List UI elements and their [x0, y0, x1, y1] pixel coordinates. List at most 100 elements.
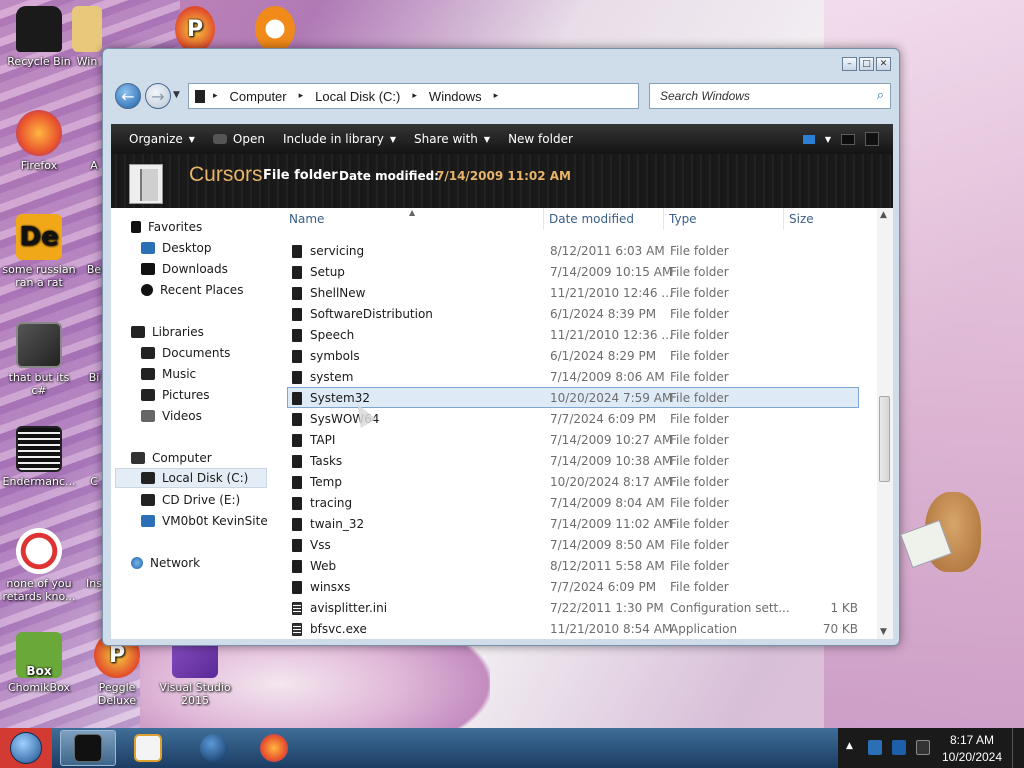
- nav-local-disk-c[interactable]: Local Disk (C:): [115, 468, 267, 488]
- chevron-right-icon[interactable]: ▸: [299, 91, 304, 101]
- include-in-library-button[interactable]: Include in library ▼: [283, 132, 396, 146]
- taskbar-app-explorer[interactable]: [60, 730, 116, 766]
- file-row[interactable]: twain_32 7/14/2009 11:02 AM File folder: [287, 513, 859, 534]
- chevron-right-icon[interactable]: ▸: [494, 91, 499, 101]
- taskbar-app-media-player[interactable]: [120, 730, 176, 766]
- maximize-icon[interactable]: □: [859, 57, 874, 71]
- share-with-button[interactable]: Share with ▼: [414, 132, 490, 146]
- tray-volume-icon[interactable]: [916, 740, 930, 755]
- nav-libraries[interactable]: Libraries: [131, 322, 204, 342]
- desktop-icon-ins[interactable]: Ins: [84, 528, 104, 590]
- taskbar-app-firefox[interactable]: [246, 730, 302, 766]
- file-row[interactable]: bfsvc.exe 11/21/2010 8:54 AM Application 70…: [287, 618, 859, 639]
- organize-button[interactable]: Organize ▼: [129, 132, 195, 146]
- file-row[interactable]: ShellNew 11/21/2010 12:46 ... File folder: [287, 282, 859, 303]
- preview-pane-icon[interactable]: [841, 133, 855, 145]
- hamster-desktop-pet[interactable]: [900, 482, 995, 587]
- nav-videos[interactable]: Videos: [141, 406, 202, 426]
- file-row[interactable]: Speech 11/21/2010 12:36 ... File folder: [287, 324, 859, 345]
- help-icon[interactable]: [865, 132, 879, 146]
- nav-favorites[interactable]: Favorites: [131, 217, 202, 237]
- desktop-icon-that-but-csharp[interactable]: that but its c#: [0, 322, 78, 397]
- address-bar[interactable]: ▸ Computer ▸ Local Disk (C:) ▸ Windows ▸…: [188, 83, 710, 109]
- file-row[interactable]: Vss 7/14/2009 8:50 AM File folder: [287, 534, 859, 555]
- search-icon[interactable]: ⌕: [877, 88, 884, 103]
- taskbar-app-globe[interactable]: [186, 730, 242, 766]
- file-row[interactable]: Temp 10/20/2024 8:17 AM File folder: [287, 471, 859, 492]
- chevron-down-icon[interactable]: ▼: [825, 135, 831, 144]
- file-row[interactable]: tracing 7/14/2009 8:04 AM File folder: [287, 492, 859, 513]
- open-button[interactable]: Open: [212, 132, 265, 146]
- breadcrumb-computer[interactable]: Computer: [230, 89, 287, 104]
- desktop-icon-c[interactable]: C: [84, 426, 104, 488]
- desktop-icon-none-of-you[interactable]: none of you retards kno...: [0, 528, 78, 603]
- scrollbar-thumb[interactable]: [879, 396, 890, 482]
- column-header-size[interactable]: Size: [789, 212, 814, 230]
- desktop-icon-win[interactable]: Win: [70, 6, 104, 68]
- file-row[interactable]: avisplitter.ini 7/22/2011 1:30 PM Configur…: [287, 597, 859, 618]
- nav-computer[interactable]: Computer: [131, 448, 212, 468]
- file-row[interactable]: System32 10/20/2024 7:59 AM File folder: [287, 387, 859, 408]
- desktop-icon-recycle-bin[interactable]: Recycle Bin: [0, 6, 78, 68]
- terminal-icon: [16, 426, 62, 472]
- file-row[interactable]: Tasks 7/14/2009 10:38 AM File folder: [287, 450, 859, 471]
- show-hidden-icons-icon[interactable]: ▲: [846, 741, 853, 751]
- taskbar: ▲ 8:17 AM 10/20/2024: [0, 728, 1024, 768]
- scroll-up-icon[interactable]: ▲: [880, 210, 887, 220]
- breadcrumb-local-disk[interactable]: Local Disk (C:): [315, 89, 400, 104]
- chevron-right-icon[interactable]: ▸: [412, 91, 417, 101]
- start-button[interactable]: [0, 728, 52, 768]
- nav-downloads[interactable]: Downloads: [141, 259, 228, 279]
- file-name: servicing: [310, 244, 365, 258]
- file-row[interactable]: Setup 7/14/2009 10:15 AM File folder: [287, 261, 859, 282]
- search-box[interactable]: ⌕: [649, 83, 891, 109]
- column-divider[interactable]: [783, 208, 784, 230]
- vertical-scrollbar[interactable]: ▲ ▼: [877, 208, 893, 639]
- file-row[interactable]: system 7/14/2009 8:06 AM File folder: [287, 366, 859, 387]
- desktop-icon-chomikbox[interactable]: Box ChomikBox: [0, 632, 78, 694]
- back-button[interactable]: ←: [115, 83, 141, 109]
- desktop-icon-bi[interactable]: Bi: [84, 322, 104, 384]
- change-view-icon[interactable]: [802, 134, 815, 144]
- desktop-icon-be[interactable]: Be: [84, 214, 104, 276]
- forward-button[interactable]: →: [145, 83, 171, 109]
- file-row[interactable]: servicing 8/12/2011 6:03 AM File folder: [287, 240, 859, 261]
- close-icon[interactable]: ✕: [876, 57, 891, 71]
- minimize-icon[interactable]: –: [842, 57, 857, 71]
- nav-documents[interactable]: Documents: [141, 343, 230, 363]
- clock-time[interactable]: 8:17 AM: [946, 733, 998, 747]
- nav-pictures[interactable]: Pictures: [141, 385, 210, 405]
- scroll-down-icon[interactable]: ▼: [880, 627, 887, 637]
- de-app-icon: De: [16, 214, 62, 260]
- file-row[interactable]: SoftwareDistribution 6/1/2024 8:39 PM File…: [287, 303, 859, 324]
- nav-recent-places[interactable]: Recent Places: [141, 280, 243, 300]
- nav-network[interactable]: Network: [131, 553, 200, 573]
- nav-desktop[interactable]: Desktop: [141, 238, 212, 258]
- breadcrumb-windows[interactable]: Windows: [429, 89, 482, 104]
- column-divider[interactable]: [663, 208, 664, 230]
- tray-network-icon[interactable]: [892, 740, 906, 755]
- desktop-icon-endermanch[interactable]: Endermanc...: [0, 426, 78, 488]
- clock-date[interactable]: 10/20/2024: [938, 750, 1006, 764]
- nav-cd-drive-e[interactable]: CD Drive (E:): [141, 490, 240, 510]
- desktop-icon-de-app[interactable]: De some russian ran a rat: [0, 214, 78, 289]
- show-desktop-button[interactable]: [1012, 728, 1024, 768]
- file-row[interactable]: symbols 6/1/2024 8:29 PM File folder: [287, 345, 859, 366]
- file-row[interactable]: winsxs 7/7/2024 6:09 PM File folder: [287, 576, 859, 597]
- column-divider[interactable]: [543, 208, 544, 230]
- column-header-type[interactable]: Type: [669, 212, 697, 230]
- tray-shield-icon[interactable]: [868, 740, 882, 755]
- nav-network-drive[interactable]: VM0b0t KevinSite: [141, 511, 268, 531]
- desktop-icon-firefox[interactable]: Firefox: [0, 110, 78, 172]
- recent-pages-dropdown[interactable]: ▼: [173, 90, 180, 100]
- column-header-name[interactable]: Name: [289, 212, 324, 230]
- desktop-icon-a[interactable]: A: [84, 110, 104, 172]
- file-row[interactable]: TAPI 7/14/2009 10:27 AM File folder: [287, 429, 859, 450]
- new-folder-button[interactable]: New folder: [508, 132, 573, 146]
- search-input[interactable]: [658, 85, 868, 107]
- file-row[interactable]: Web 8/12/2011 5:58 AM File folder: [287, 555, 859, 576]
- chevron-right-icon[interactable]: ▸: [213, 91, 218, 101]
- column-header-date-modified[interactable]: Date modified: [549, 212, 634, 230]
- key-icon: [255, 6, 295, 52]
- nav-music[interactable]: Music: [141, 364, 196, 384]
